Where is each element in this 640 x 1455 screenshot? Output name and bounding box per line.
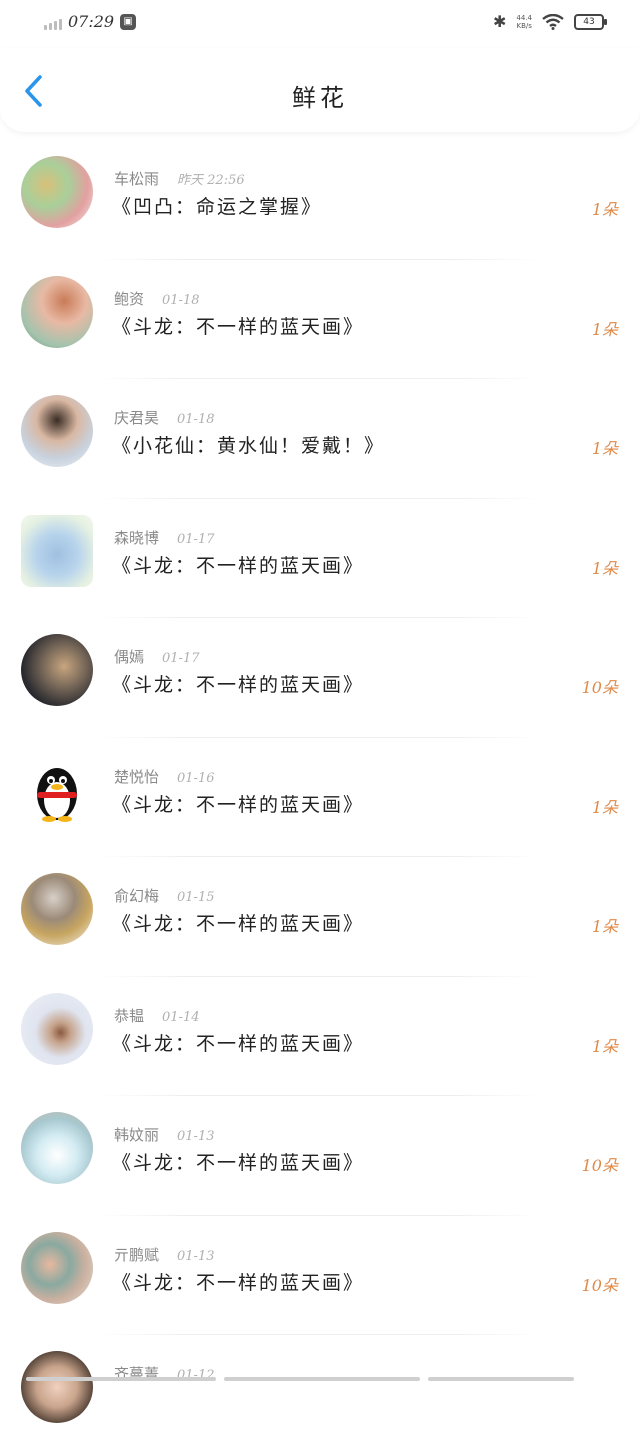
status-left: 07:29 ▣ [44, 12, 136, 31]
name-row: 恭韫 01-14 [114, 1005, 200, 1026]
avatar[interactable] [21, 873, 93, 945]
sender-name: 偶嫣 [114, 646, 144, 667]
send-date: 01-18 [162, 293, 199, 308]
flower-count: 1朵 [592, 555, 618, 579]
sender-name: 恭韫 [114, 1005, 144, 1026]
name-row: 森晓博 01-17 [114, 527, 215, 548]
avatar[interactable] [21, 156, 93, 228]
send-date: 01-14 [162, 1010, 199, 1025]
name-row: 车松雨 昨天 22:56 [114, 168, 245, 189]
flower-count: 10朵 [582, 674, 618, 698]
gift-title: 《小花仙：黄水仙！爱戴！》 [112, 431, 385, 458]
list-item[interactable]: 亓鹏赋 01-13 《斗龙：不一样的蓝天画》 10朵 [0, 1216, 640, 1336]
send-date: 01-18 [177, 412, 214, 427]
send-date: 01-16 [177, 771, 214, 786]
avatar[interactable] [21, 1232, 93, 1304]
send-date: 01-15 [177, 890, 214, 905]
gift-title: 《斗龙：不一样的蓝天画》 [112, 909, 364, 936]
battery-level: 43 [583, 17, 594, 27]
sender-name: 森晓博 [114, 527, 159, 548]
avatar[interactable] [21, 515, 93, 587]
name-row: 庆君昊 01-18 [114, 407, 215, 428]
list-item[interactable]: 车松雨 昨天 22:56 《凹凸：命运之掌握》 1朵 [0, 140, 640, 260]
send-date: 01-17 [177, 532, 214, 547]
flower-count: 1朵 [592, 316, 618, 340]
avatar[interactable] [21, 276, 93, 348]
list-item[interactable]: 鲍资 01-18 《斗龙：不一样的蓝天画》 1朵 [0, 260, 640, 380]
gift-title: 《斗龙：不一样的蓝天画》 [112, 1268, 364, 1295]
flower-count: 1朵 [592, 794, 618, 818]
status-right: ✱ 44.4 KB/s 43 [493, 12, 604, 31]
list-item[interactable]: 齐蔓菁 01-12 [0, 1335, 640, 1455]
list-item[interactable]: 俞幻梅 01-15 《斗龙：不一样的蓝天画》 1朵 [0, 857, 640, 977]
battery-icon: 43 [574, 14, 604, 30]
list-item[interactable]: 偶嫣 01-17 《斗龙：不一样的蓝天画》 10朵 [0, 618, 640, 738]
flower-count: 1朵 [592, 196, 618, 220]
avatar[interactable] [21, 1112, 93, 1184]
list-item[interactable]: 韩妏丽 01-13 《斗龙：不一样的蓝天画》 10朵 [0, 1096, 640, 1216]
avatar[interactable] [21, 1351, 93, 1423]
bluetooth-icon: ✱ [493, 12, 506, 31]
list-item[interactable]: 恭韫 01-14 《斗龙：不一样的蓝天画》 1朵 [0, 977, 640, 1097]
gift-title: 《斗龙：不一样的蓝天画》 [112, 790, 364, 817]
list-item[interactable]: 楚悦怡 01-16 《斗龙：不一样的蓝天画》 1朵 [0, 738, 640, 858]
name-row: 鲍资 01-18 [114, 288, 200, 309]
send-date: 01-13 [177, 1129, 214, 1144]
status-bar: 07:29 ▣ ✱ 44.4 KB/s 43 [0, 0, 640, 48]
list-item[interactable]: 庆君昊 01-18 《小花仙：黄水仙！爱戴！》 1朵 [0, 379, 640, 499]
flower-count: 1朵 [592, 913, 618, 937]
list-item[interactable]: 森晓博 01-17 《斗龙：不一样的蓝天画》 1朵 [0, 499, 640, 619]
signal-icon [44, 14, 62, 30]
avatar[interactable] [21, 754, 93, 826]
gift-title: 《凹凸：命运之掌握》 [112, 192, 322, 219]
sender-name: 亓鹏赋 [114, 1244, 159, 1265]
flower-count: 1朵 [592, 435, 618, 459]
gift-title: 《斗龙：不一样的蓝天画》 [112, 1148, 364, 1175]
name-row: 俞幻梅 01-15 [114, 885, 215, 906]
header: 鲜花 [0, 48, 640, 132]
avatar[interactable] [21, 634, 93, 706]
avatar[interactable] [21, 993, 93, 1065]
net-speed-unit: KB/s [516, 22, 532, 30]
send-date: 01-13 [177, 1249, 214, 1264]
net-speed-value: 44.4 [516, 14, 532, 22]
sender-name: 俞幻梅 [114, 885, 159, 906]
gift-title: 《斗龙：不一样的蓝天画》 [112, 551, 364, 578]
page-title: 鲜花 [0, 78, 640, 113]
flower-count: 10朵 [582, 1152, 618, 1176]
flower-count: 10朵 [582, 1272, 618, 1296]
gift-list: 车松雨 昨天 22:56 《凹凸：命运之掌握》 1朵 鲍资 01-18 《斗龙：… [0, 140, 640, 1455]
gift-title: 《斗龙：不一样的蓝天画》 [112, 670, 364, 697]
sender-name: 庆君昊 [114, 407, 159, 428]
bottom-scroll-indicator [26, 1377, 574, 1381]
app-badge-icon: ▣ [120, 14, 136, 30]
gift-title: 《斗龙：不一样的蓝天画》 [112, 312, 364, 339]
wifi-icon [542, 14, 564, 30]
send-date: 01-17 [162, 651, 199, 666]
name-row: 亓鹏赋 01-13 [114, 1244, 215, 1265]
sender-name: 楚悦怡 [114, 766, 159, 787]
net-speed: 44.4 KB/s [516, 14, 532, 30]
name-row: 韩妏丽 01-13 [114, 1124, 215, 1145]
sender-name: 韩妏丽 [114, 1124, 159, 1145]
name-row: 偶嫣 01-17 [114, 646, 200, 667]
sender-name: 鲍资 [114, 288, 144, 309]
gift-title: 《斗龙：不一样的蓝天画》 [112, 1029, 364, 1056]
flower-count: 1朵 [592, 1033, 618, 1057]
sender-name: 车松雨 [114, 168, 159, 189]
status-time: 07:29 [68, 12, 114, 31]
name-row: 楚悦怡 01-16 [114, 766, 215, 787]
avatar[interactable] [21, 395, 93, 467]
send-date: 昨天 22:56 [177, 169, 245, 188]
